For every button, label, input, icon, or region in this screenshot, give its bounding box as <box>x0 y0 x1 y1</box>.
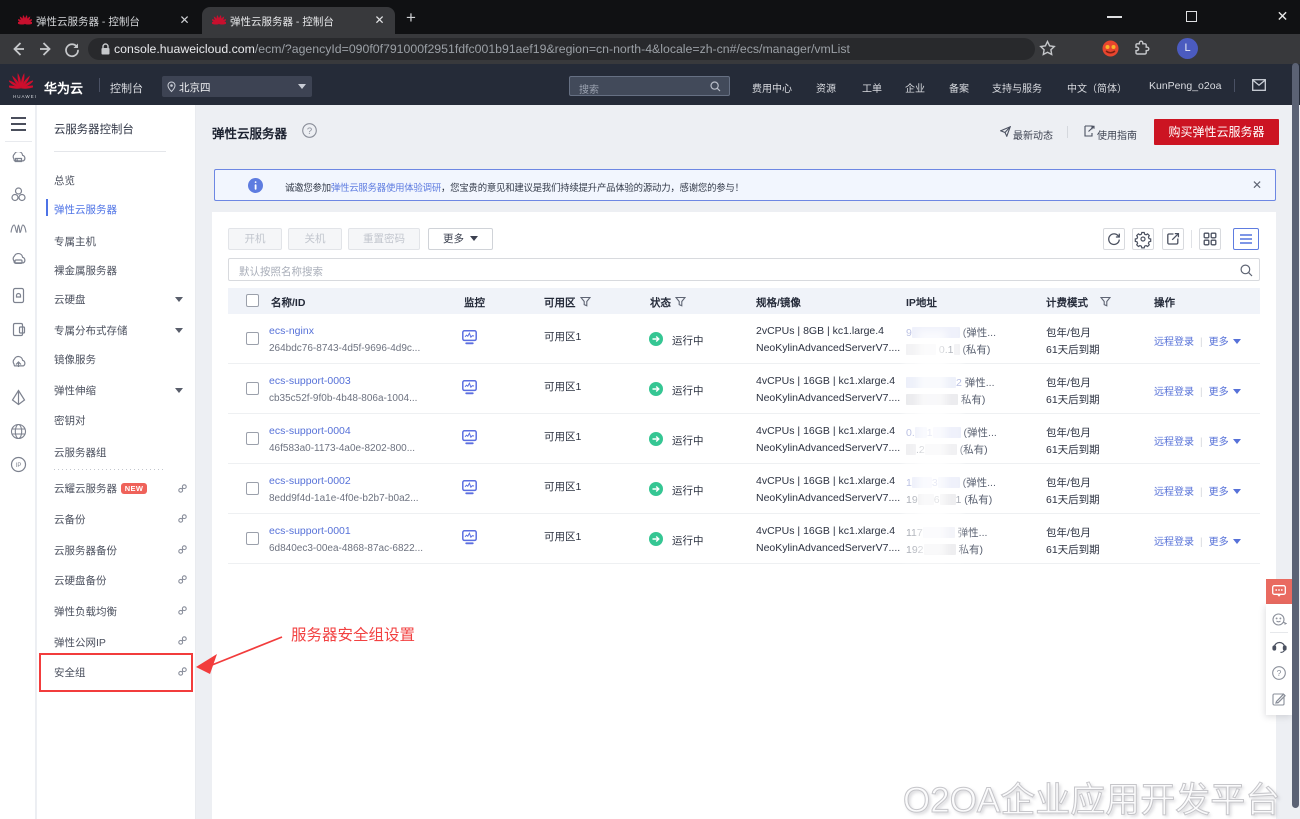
svg-text:?: ? <box>307 126 312 137</box>
svg-text:IP: IP <box>16 463 22 469</box>
svg-text:?: ? <box>1277 668 1282 678</box>
